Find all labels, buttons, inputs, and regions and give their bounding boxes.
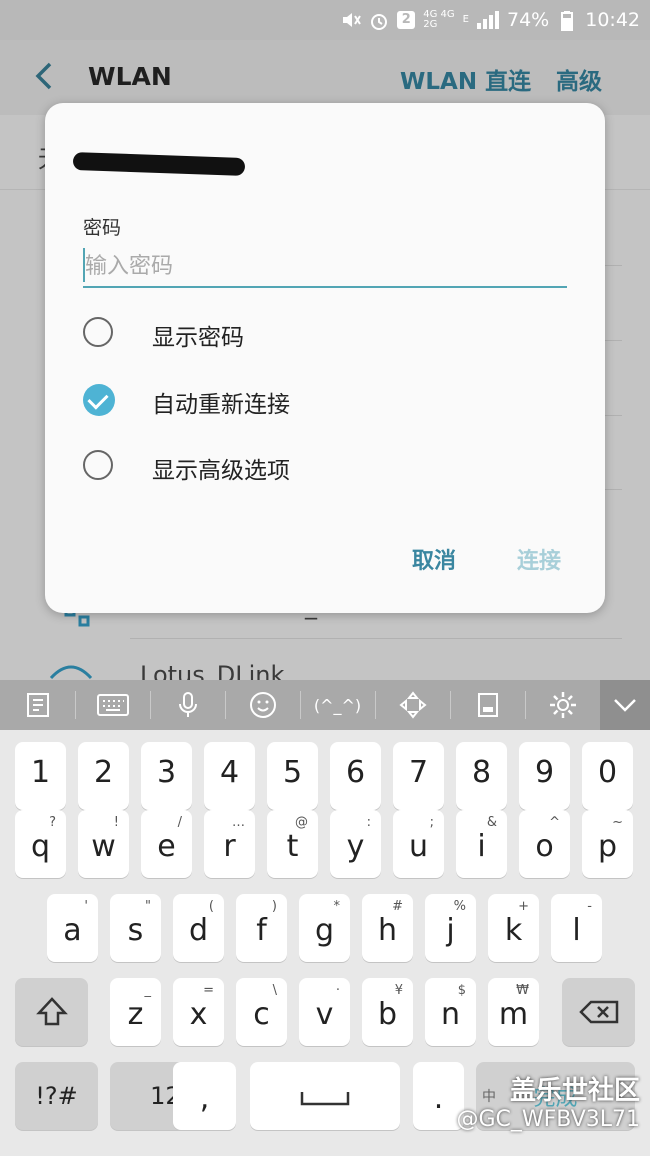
key-y[interactable]: :y (330, 810, 381, 878)
emoji-icon[interactable] (225, 680, 300, 730)
space-key[interactable] (250, 1062, 400, 1130)
key-9[interactable]: 9 (519, 742, 570, 810)
one-hand-icon[interactable] (450, 680, 525, 730)
settings-icon[interactable] (525, 680, 600, 730)
divider (130, 638, 622, 639)
clipboard-icon[interactable] (0, 680, 75, 730)
edge-indicator: E (462, 14, 469, 25)
option-label: 自动重新连接 (152, 392, 290, 418)
key-d[interactable]: (d (173, 894, 224, 962)
option-label: 显示高级选项 (152, 458, 290, 484)
key-o[interactable]: ^ o (519, 810, 570, 878)
key-g[interactable]: * g (299, 894, 350, 962)
key-a[interactable]: ' a (47, 894, 98, 962)
mic-icon[interactable] (150, 680, 225, 730)
key-5[interactable]: 5 (267, 742, 318, 810)
clock: 10:42 (585, 9, 640, 31)
back-arrow-icon[interactable] (32, 60, 58, 94)
key-v[interactable]: · v (299, 978, 350, 1046)
key-t[interactable]: @ t (267, 810, 318, 878)
key-i[interactable]: & i (456, 810, 507, 878)
wifi-password-dialog: 密码 显示密码 自动重新连接 显示高级选项 取消 连接 (45, 103, 605, 613)
alarm-icon (369, 11, 389, 30)
checkbox-checked-icon[interactable] (83, 384, 115, 416)
space-icon (300, 1092, 350, 1106)
checkbox-unchecked-icon[interactable] (83, 450, 113, 480)
key-z[interactable]: _ z (110, 978, 161, 1046)
key-j[interactable]: % j (425, 894, 476, 962)
text-cursor (83, 248, 85, 282)
key-6[interactable]: 6 (330, 742, 381, 810)
key-x[interactable]: = x (173, 978, 224, 1046)
key-w[interactable]: ! w (78, 810, 129, 878)
checkbox-unchecked-icon[interactable] (83, 317, 113, 347)
network-type: 4G 4G 2G (423, 9, 455, 30)
comma-key[interactable]: , (173, 1062, 236, 1130)
key-3[interactable]: 3 (141, 742, 192, 810)
key-m[interactable]: ₩ m (488, 978, 539, 1046)
key-1[interactable]: 1 (15, 742, 66, 810)
emoticon-icon[interactable]: (^_^) (300, 680, 375, 730)
key-u[interactable]: ; u (393, 810, 444, 878)
signal-icon (477, 11, 499, 29)
collapse-keyboard-icon[interactable] (600, 680, 650, 730)
shift-key[interactable] (15, 978, 88, 1046)
battery-percent: 74% (507, 9, 550, 31)
status-bar: 2 4G 4G 2G E 74% 10:42 (0, 0, 650, 40)
password-input[interactable] (83, 246, 567, 288)
page-title: WLAN (88, 62, 172, 91)
watermark-line1: 盖乐世社区 (509, 1076, 640, 1106)
show-advanced-option[interactable]: 显示高级选项 (83, 441, 563, 491)
key-p[interactable]: ~ p (582, 810, 633, 878)
key-c[interactable]: \ c (236, 978, 287, 1046)
backspace-key[interactable] (562, 978, 635, 1046)
advanced-button[interactable]: 高级 (556, 62, 602, 96)
watermark: 盖乐世社区 @GC_WFBV3L71 (456, 1070, 640, 1132)
password-label: 密码 (83, 217, 122, 239)
key-q[interactable]: ? q (15, 810, 66, 878)
key-h[interactable]: # h (362, 894, 413, 962)
show-password-option[interactable]: 显示密码 (83, 308, 563, 358)
sim-badge: 2 (397, 11, 416, 29)
cancel-button[interactable]: 取消 (412, 543, 456, 575)
key-7[interactable]: 7 (393, 742, 444, 810)
cursor-move-icon[interactable] (375, 680, 450, 730)
auto-reconnect-option[interactable]: 自动重新连接 (83, 375, 563, 425)
shift-icon (36, 997, 68, 1026)
key-e[interactable]: / e (141, 810, 192, 878)
keyboard-toolbar: (^_^) (0, 680, 650, 730)
key-s[interactable]: " s (110, 894, 161, 962)
connect-button[interactable]: 连接 (517, 543, 561, 575)
key-k[interactable]: + k (488, 894, 539, 962)
key-f[interactable]: ) f (236, 894, 287, 962)
backspace-icon (579, 1000, 619, 1024)
key-2[interactable]: 2 (78, 742, 129, 810)
mute-icon (341, 11, 362, 29)
option-label: 显示密码 (152, 325, 244, 351)
symbols-key[interactable]: !?# (15, 1062, 98, 1130)
key-l[interactable]: -l (551, 894, 602, 962)
wlan-direct-button[interactable]: WLAN 直连 (400, 62, 531, 96)
watermark-line2: @GC_WFBV3L71 (456, 1107, 640, 1132)
key-0[interactable]: 0 (582, 742, 633, 810)
battery-icon (557, 11, 577, 32)
network-name-redacted (72, 152, 246, 176)
keyboard-icon[interactable] (75, 680, 150, 730)
key-n[interactable]: $ n (425, 978, 476, 1046)
key-4[interactable]: 4 (204, 742, 255, 810)
key-r[interactable]: … r (204, 810, 255, 878)
key-8[interactable]: 8 (456, 742, 507, 810)
key-b[interactable]: ¥ b (362, 978, 413, 1046)
